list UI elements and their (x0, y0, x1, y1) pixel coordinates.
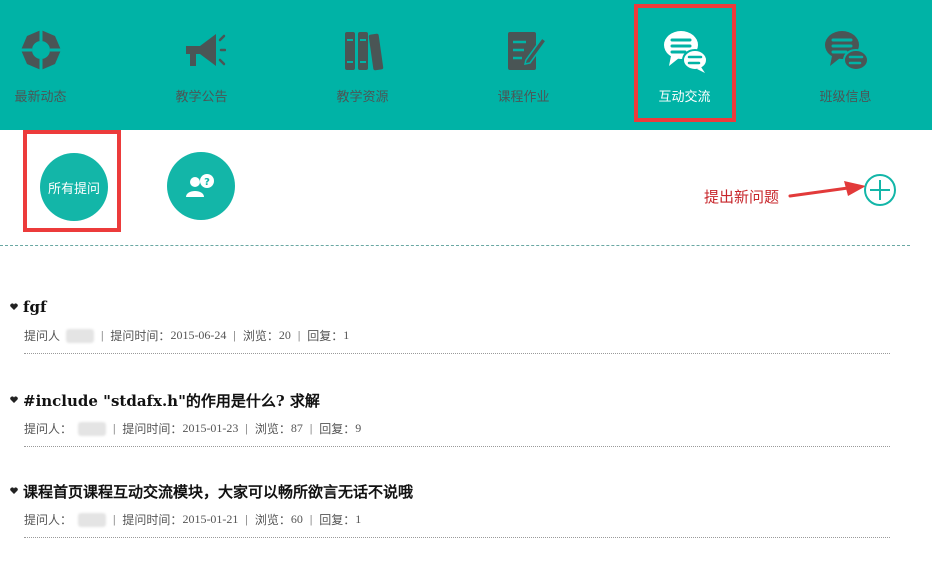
section-divider (0, 245, 910, 246)
question-meta: 提问人 | 提问时间： 2015-06-24 | 浏览： 20 | 回复： 1 (24, 328, 350, 343)
question-meta: 提问人： | 提问时间： 2015-01-23 | 浏览： 87 | 回复： 9 (24, 421, 362, 436)
question-title-link[interactable]: fgf (10, 297, 46, 317)
chat-bubbles-icon (824, 31, 869, 71)
question-meta: 提问人： | 提问时间： 2015-01-21 | 浏览： 60 | 回复： 1 (24, 512, 362, 527)
nav-label: 班级信息 (819, 90, 872, 105)
views-value: 20 (278, 328, 291, 342)
nav-label: 教学公告 (175, 90, 228, 105)
question-title: fgf (23, 298, 47, 316)
asker-label: 提问人： (24, 422, 73, 436)
replies-label: 回复： (307, 329, 344, 343)
annotation-arrow-icon (788, 181, 866, 198)
blurred-asker-name (66, 328, 95, 343)
replies-value: 1 (343, 328, 350, 342)
question-title-link[interactable]: #include "stdafx.h"的作用是什么? 求解 (10, 390, 320, 410)
time-label: 提问时间： (122, 513, 183, 527)
top-nav: 最新动态 教学公告 教学资源 课程作业 互动交流 班级信息 (0, 0, 932, 130)
chat-bubbles-icon (663, 31, 708, 73)
replies-label: 回复： (319, 513, 356, 527)
replies-value: 1 (355, 512, 362, 526)
bullet-icon (10, 396, 18, 403)
time-value: 2015-01-23 (182, 421, 239, 435)
question-title: 课程首页课程互动交流模块，大家可以畅所欲言无话不说哦 (23, 482, 414, 501)
megaphone-icon (185, 34, 226, 66)
books-icon (344, 32, 383, 71)
views-value: 87 (290, 421, 303, 435)
time-value: 2015-06-24 (170, 328, 227, 342)
nav-item-interaction[interactable]: 互动交流 (604, 0, 765, 130)
nav-item-class-info[interactable]: 班级信息 (765, 0, 926, 130)
question-title-link[interactable]: 课程首页课程互动交流模块，大家可以畅所欲言无话不说哦 (10, 481, 413, 501)
nav-label: 最新动态 (14, 90, 67, 105)
time-label: 提问时间： (122, 422, 183, 436)
my-questions-button[interactable]: ? (167, 152, 235, 220)
views-label: 浏览： (242, 329, 279, 343)
views-value: 60 (290, 512, 303, 526)
notebook-pen-icon (507, 32, 547, 70)
nav-label: 互动交流 (658, 90, 711, 105)
add-question-button[interactable] (862, 172, 898, 208)
blurred-asker-name (78, 512, 107, 527)
nav-item-resources[interactable]: 教学资源 (282, 0, 443, 130)
views-label: 浏览： (254, 513, 291, 527)
time-label: 提问时间： (110, 329, 171, 343)
nav-item-homework[interactable]: 课程作业 (443, 0, 604, 130)
svg-text:?: ? (204, 177, 210, 188)
views-label: 浏览： (254, 422, 291, 436)
replies-value: 9 (355, 421, 362, 435)
asker-label: 提问人： (24, 513, 73, 527)
nav-label: 课程作业 (497, 90, 550, 105)
nav-item-latest[interactable]: 最新动态 (0, 0, 121, 130)
all-questions-button[interactable]: 所有提问 (40, 153, 108, 221)
bullet-icon (10, 487, 18, 494)
bullet-icon (10, 303, 18, 310)
all-questions-label: 所有提问 (47, 181, 100, 197)
question-title: #include "stdafx.h"的作用是什么? 求解 (23, 391, 320, 410)
camera-aperture-icon (20, 30, 61, 70)
blurred-asker-name (78, 421, 107, 436)
question-divider (24, 537, 890, 538)
time-value: 2015-01-21 (182, 512, 239, 526)
new-question-annotation: 提出新问题 (704, 188, 780, 206)
asker-label: 提问人 (24, 329, 61, 343)
nav-label: 教学资源 (336, 90, 389, 105)
user-question-icon: ? (186, 174, 214, 197)
replies-label: 回复： (319, 422, 356, 436)
question-divider (24, 353, 890, 354)
question-divider (24, 446, 890, 447)
nav-item-announcements[interactable]: 教学公告 (121, 0, 282, 130)
